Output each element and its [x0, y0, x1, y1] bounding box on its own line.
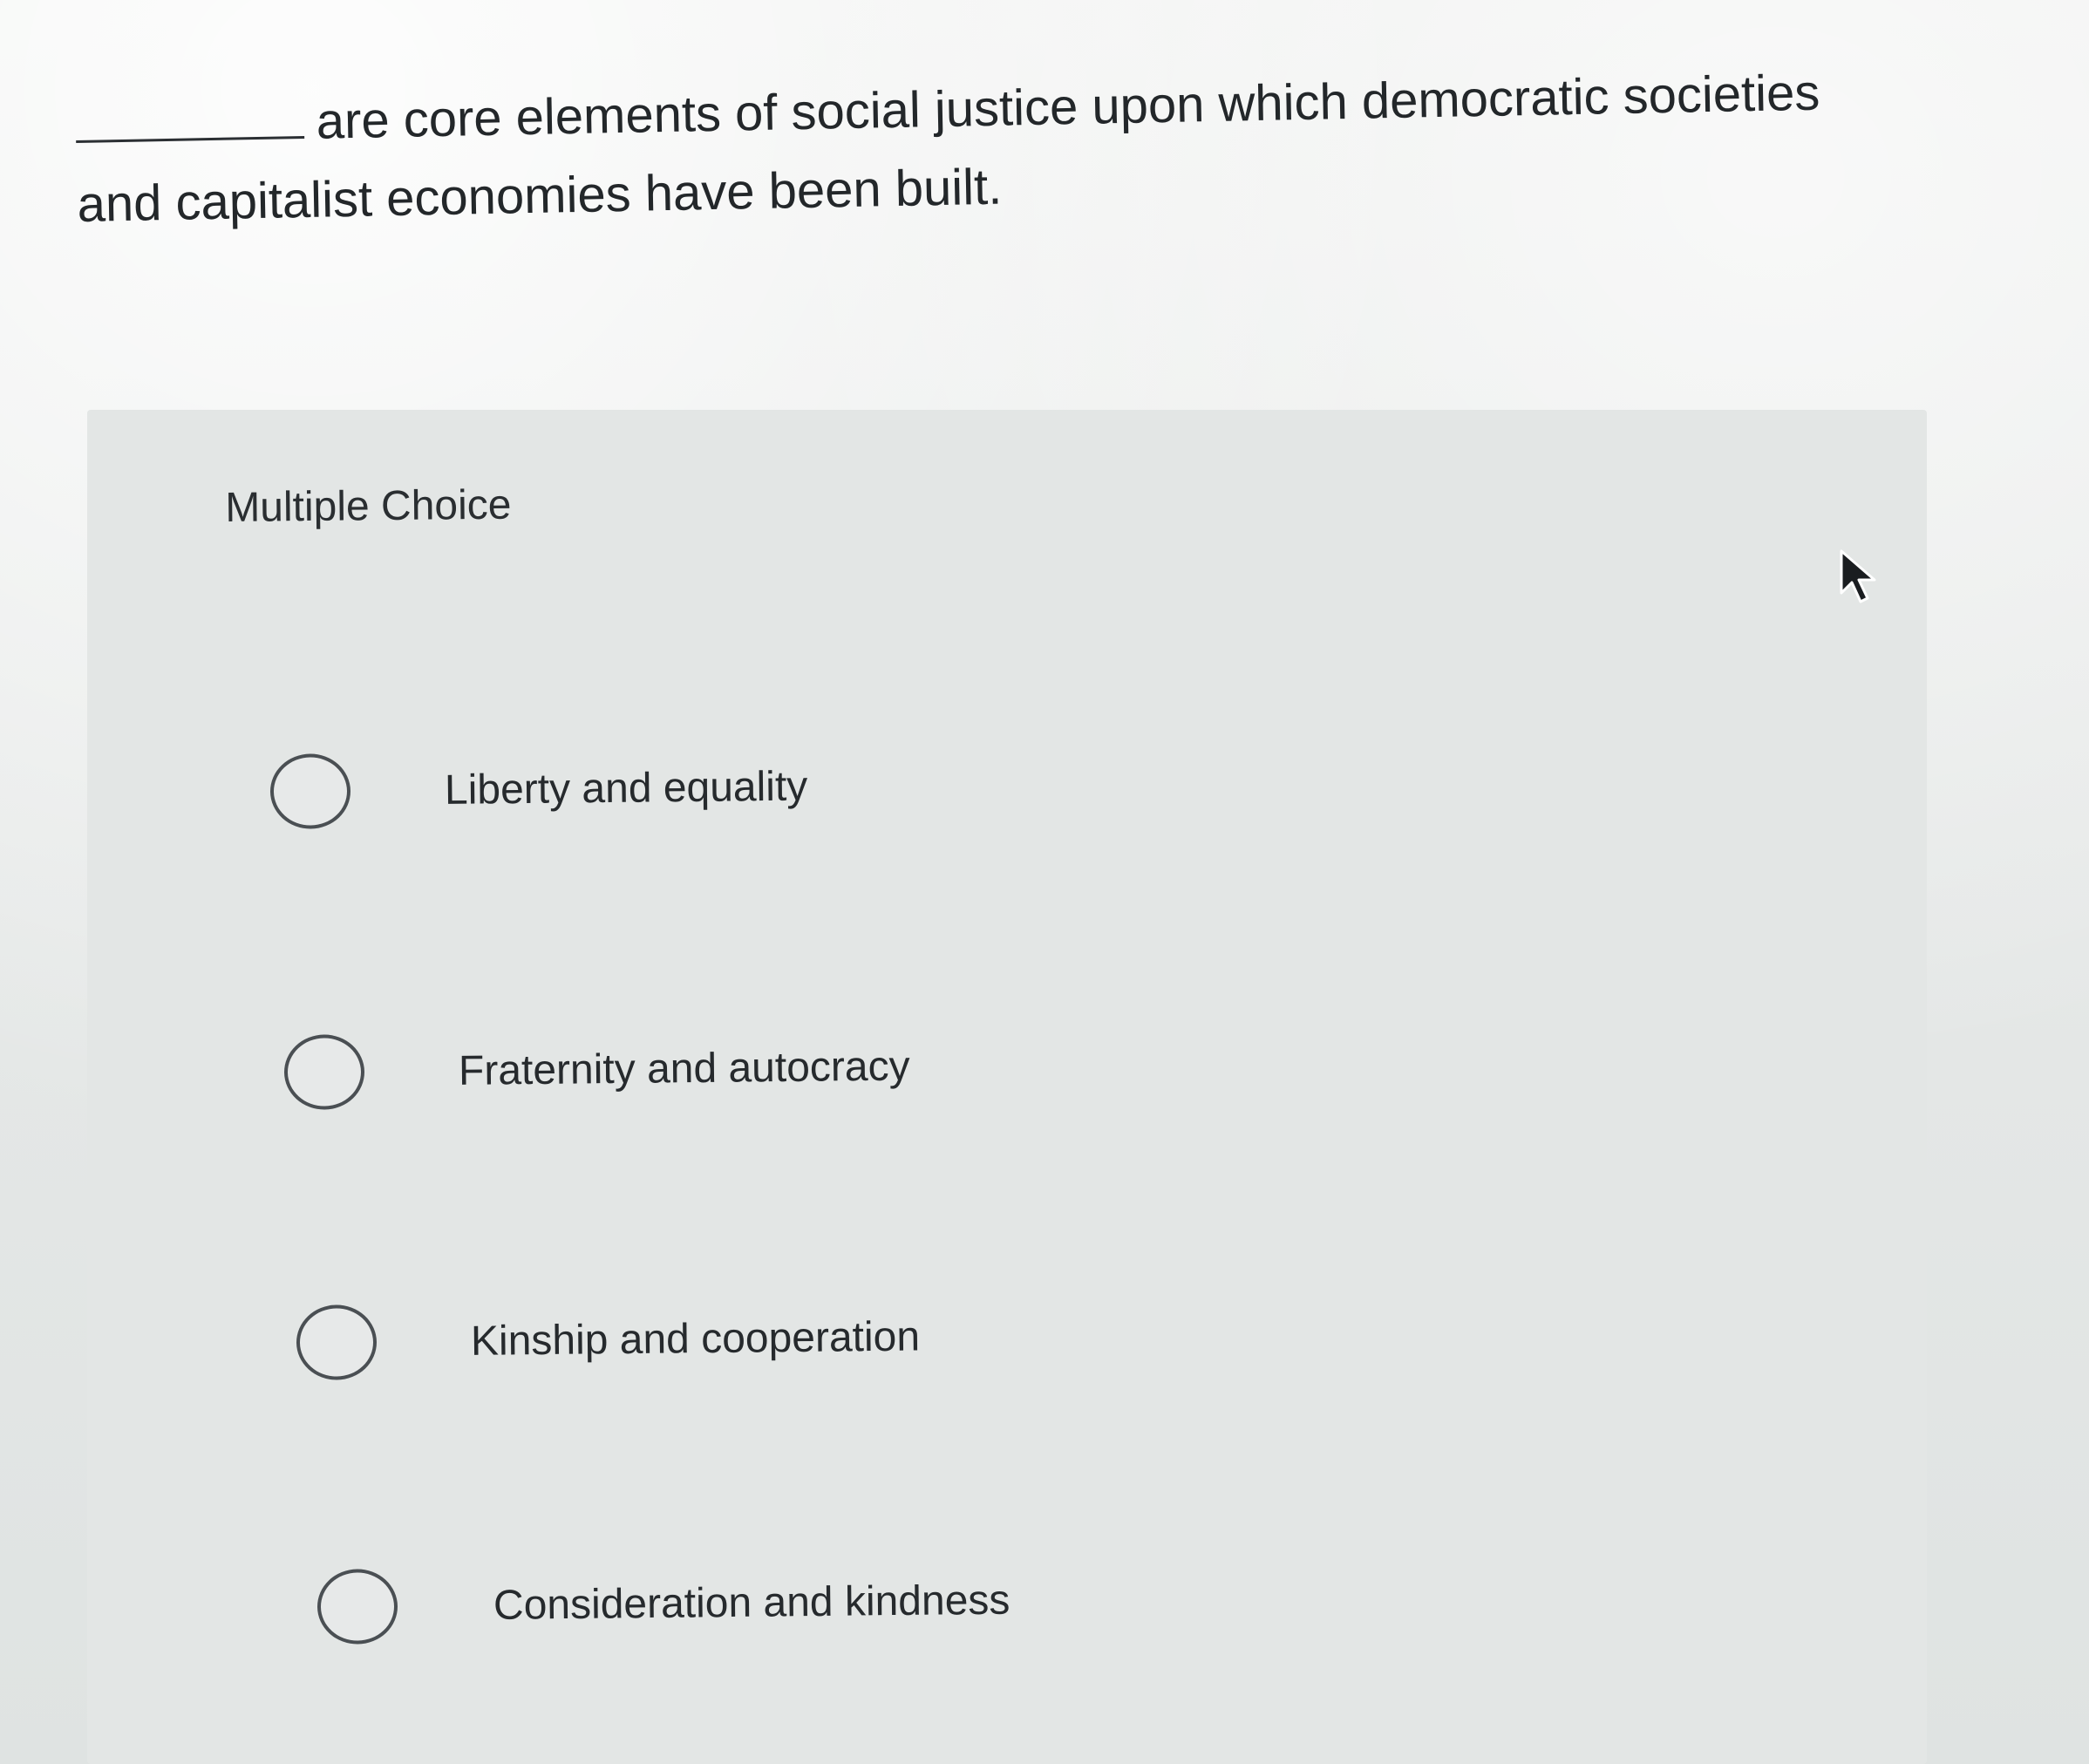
option-fraternity-and-autocracy[interactable]: Fraternity and autocracy: [283, 1028, 910, 1110]
question-prompt: are core elements of social justice upon…: [75, 52, 1874, 244]
radio-circle-icon[interactable]: [283, 1034, 365, 1110]
multiple-choice-label: Multiple Choice: [225, 481, 512, 531]
answer-blank: [75, 100, 305, 143]
option-liberty-and-equality[interactable]: Liberty and equality: [269, 749, 808, 829]
option-label: Kinship and cooperation: [470, 1313, 921, 1365]
question-text: are core elements of social justice upon…: [76, 64, 1820, 233]
radio-circle-icon[interactable]: [316, 1569, 398, 1645]
radio-circle-icon[interactable]: [269, 753, 351, 829]
radio-circle-icon[interactable]: [296, 1304, 378, 1380]
option-consideration-and-kindness[interactable]: Consideration and kindness: [316, 1563, 1010, 1645]
option-label: Consideration and kindness: [493, 1577, 1010, 1629]
option-label: Fraternity and autocracy: [458, 1042, 910, 1094]
option-kinship-and-cooperation[interactable]: Kinship and cooperation: [296, 1299, 921, 1380]
option-label: Liberty and equality: [444, 763, 808, 814]
screen: are core elements of social justice upon…: [0, 0, 2089, 1764]
mouse-pointer-icon: [1840, 549, 1876, 603]
